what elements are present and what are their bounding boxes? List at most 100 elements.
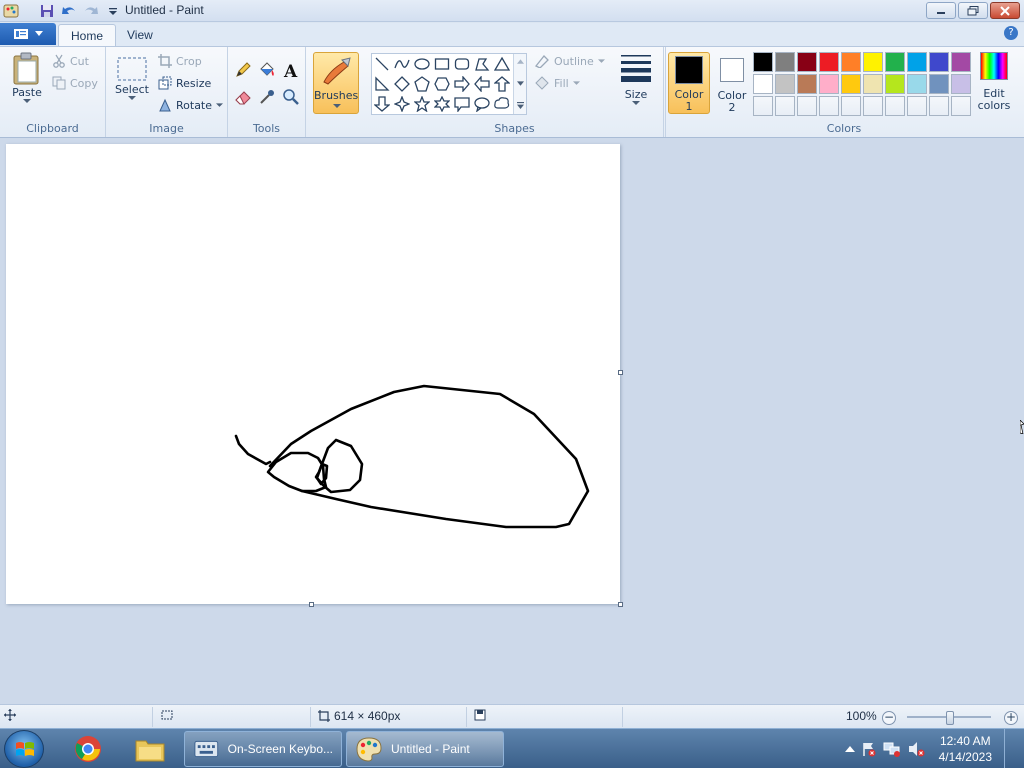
color2-button[interactable]: Color 2 <box>712 52 752 114</box>
eraser-icon[interactable] <box>233 87 253 107</box>
five-point-star-shape-icon[interactable] <box>412 94 432 114</box>
custom-color-slot[interactable] <box>907 96 927 116</box>
custom-color-slot[interactable] <box>841 96 861 116</box>
palette-color-swatch[interactable] <box>885 52 905 72</box>
text-tool-icon[interactable]: A <box>281 60 301 80</box>
palette-color-swatch[interactable] <box>753 52 773 72</box>
fill-bucket-icon[interactable] <box>257 60 277 80</box>
rounded-rectangle-shape-icon[interactable] <box>452 54 472 74</box>
pencil-icon[interactable] <box>233 60 253 80</box>
oval-callout-shape-icon[interactable] <box>472 94 492 114</box>
palette-color-swatch[interactable] <box>951 74 971 94</box>
palette-color-swatch[interactable] <box>907 52 927 72</box>
cut-button[interactable]: Cut <box>52 54 89 68</box>
four-point-star-shape-icon[interactable] <box>392 94 412 114</box>
undo-icon[interactable] <box>60 2 78 20</box>
custom-color-slot[interactable] <box>951 96 971 116</box>
zoom-slider-thumb[interactable] <box>946 711 954 725</box>
rotate-button[interactable]: Rotate <box>158 98 224 112</box>
customize-qat-dropdown-icon[interactable] <box>104 2 122 20</box>
pentagon-shape-icon[interactable] <box>412 74 432 94</box>
diamond-shape-icon[interactable] <box>392 74 412 94</box>
palette-color-swatch[interactable] <box>863 74 883 94</box>
custom-color-slot[interactable] <box>885 96 905 116</box>
custom-color-slot[interactable] <box>929 96 949 116</box>
palette-color-swatch[interactable] <box>775 74 795 94</box>
start-button[interactable] <box>4 730 44 768</box>
color-picker-icon[interactable] <box>257 87 277 107</box>
palette-color-swatch[interactable] <box>929 74 949 94</box>
cloud-callout-shape-icon[interactable] <box>492 94 512 114</box>
palette-color-swatch[interactable] <box>819 74 839 94</box>
resize-button[interactable]: Resize <box>158 76 211 90</box>
palette-color-swatch[interactable] <box>929 52 949 72</box>
action-center-flag-icon[interactable] <box>861 741 877 757</box>
palette-color-swatch[interactable] <box>797 52 817 72</box>
restore-button[interactable] <box>958 2 988 19</box>
down-arrow-shape-icon[interactable] <box>372 94 392 114</box>
tab-home[interactable]: Home <box>58 24 117 46</box>
palette-color-swatch[interactable] <box>753 74 773 94</box>
custom-color-slot[interactable] <box>819 96 839 116</box>
show-hidden-icons-icon[interactable] <box>844 745 855 753</box>
taskbar-paint[interactable]: Untitled - Paint <box>346 731 504 767</box>
right-triangle-shape-icon[interactable] <box>372 74 392 94</box>
paint-app-icon[interactable] <box>2 2 20 20</box>
taskbar-onscreen-keyboard[interactable]: On-Screen Keybo... <box>184 731 342 767</box>
palette-color-swatch[interactable] <box>863 52 883 72</box>
redo-icon[interactable] <box>82 2 100 20</box>
line-shape-icon[interactable] <box>372 54 392 74</box>
palette-color-swatch[interactable] <box>841 74 861 94</box>
minimize-button[interactable] <box>926 2 956 19</box>
crop-button[interactable]: Crop <box>158 54 202 68</box>
palette-color-swatch[interactable] <box>797 74 817 94</box>
shapes-scrollbar[interactable] <box>513 54 526 114</box>
curve-shape-icon[interactable] <box>392 54 412 74</box>
hexagon-shape-icon[interactable] <box>432 74 452 94</box>
up-arrow-shape-icon[interactable] <box>492 74 512 94</box>
zoom-out-button[interactable]: − <box>882 711 896 725</box>
polygon-shape-icon[interactable] <box>472 54 492 74</box>
fill-button[interactable]: Fill <box>534 76 580 90</box>
resize-handle-corner[interactable] <box>618 602 623 607</box>
left-arrow-shape-icon[interactable] <box>472 74 492 94</box>
network-icon[interactable] <box>883 741 901 757</box>
brushes-button[interactable]: Brushes <box>313 52 359 114</box>
palette-color-swatch[interactable] <box>819 52 839 72</box>
close-button[interactable] <box>990 2 1020 19</box>
right-arrow-shape-icon[interactable] <box>452 74 472 94</box>
palette-color-swatch[interactable] <box>775 52 795 72</box>
palette-color-swatch[interactable] <box>885 74 905 94</box>
oval-shape-icon[interactable] <box>412 54 432 74</box>
drawing-canvas[interactable] <box>6 144 620 604</box>
magnifier-icon[interactable] <box>281 87 301 107</box>
zoom-in-button[interactable]: + <box>1004 711 1018 725</box>
chrome-taskbar-icon[interactable] <box>64 732 112 766</box>
system-clock[interactable]: 12:40 AM 4/14/2023 <box>939 733 992 765</box>
color1-button[interactable]: Color 1 <box>668 52 710 114</box>
tab-view[interactable]: View <box>115 24 165 46</box>
custom-color-slot[interactable] <box>797 96 817 116</box>
copy-button[interactable]: Copy <box>52 76 98 90</box>
file-explorer-taskbar-icon[interactable] <box>126 732 174 766</box>
help-icon[interactable]: ? <box>1004 26 1018 40</box>
paste-button[interactable]: Paste <box>8 52 46 104</box>
volume-muted-icon[interactable] <box>907 741 925 757</box>
palette-color-swatch[interactable] <box>907 74 927 94</box>
triangle-shape-icon[interactable] <box>492 54 512 74</box>
custom-color-slot[interactable] <box>863 96 883 116</box>
six-point-star-shape-icon[interactable] <box>432 94 452 114</box>
save-icon[interactable] <box>38 2 56 20</box>
rectangle-shape-icon[interactable] <box>432 54 452 74</box>
rectangle-callout-shape-icon[interactable] <box>452 94 472 114</box>
show-desktop-button[interactable] <box>1004 729 1014 768</box>
resize-handle-bottom[interactable] <box>309 602 314 607</box>
edit-colors-button[interactable]: Edit colors <box>974 52 1014 112</box>
select-button[interactable]: Select <box>112 55 152 101</box>
paint-menu-button[interactable] <box>0 23 56 45</box>
size-button[interactable]: Size <box>616 53 656 106</box>
palette-color-swatch[interactable] <box>841 52 861 72</box>
outline-button[interactable]: Outline <box>534 54 605 68</box>
resize-handle-right[interactable] <box>618 370 623 375</box>
palette-color-swatch[interactable] <box>951 52 971 72</box>
